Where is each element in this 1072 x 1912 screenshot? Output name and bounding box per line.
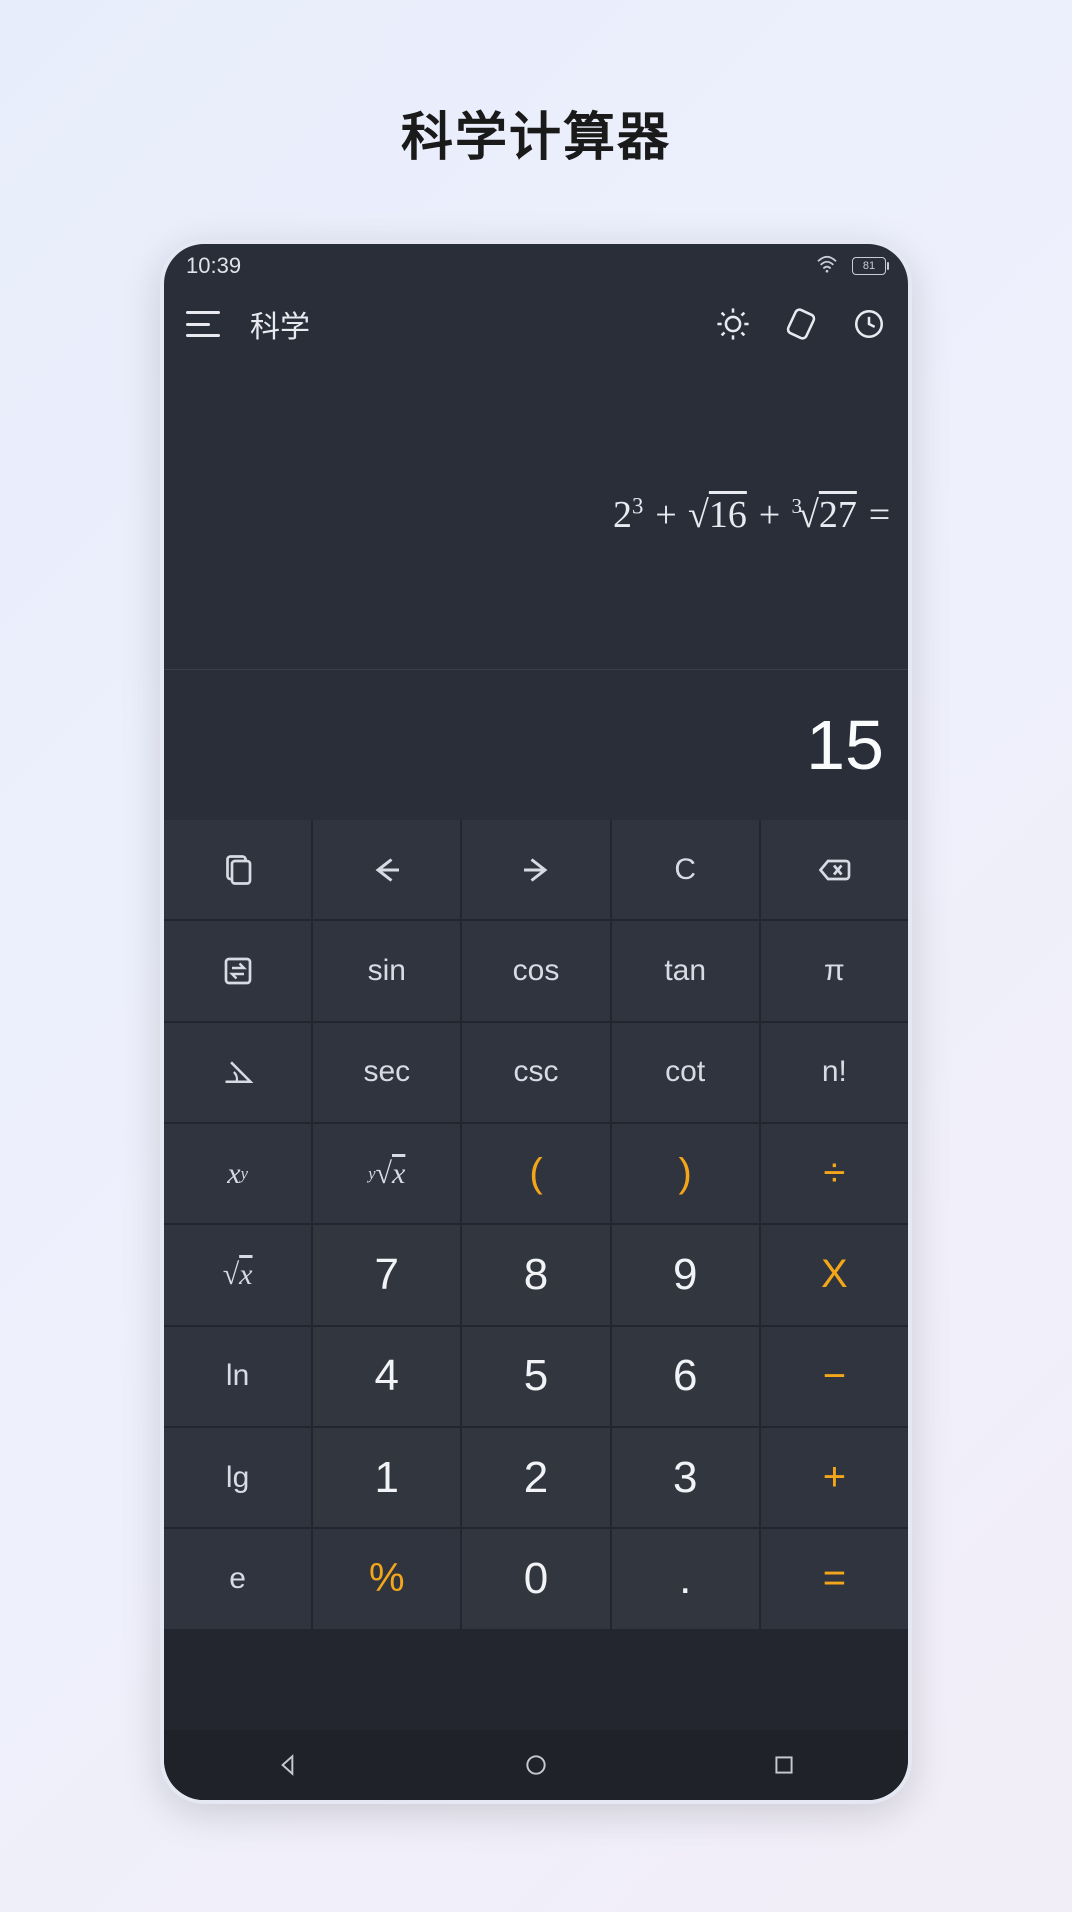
app-header: 科学 xyxy=(164,288,908,360)
digit-8-key[interactable]: 8 xyxy=(462,1225,609,1324)
ln-key[interactable]: ln xyxy=(164,1327,311,1426)
power-key[interactable]: xy xyxy=(164,1124,311,1223)
android-nav-bar xyxy=(164,1730,908,1800)
battery-icon: 81 xyxy=(852,257,886,275)
digit-0-key[interactable]: 0 xyxy=(462,1529,609,1628)
decimal-key[interactable]: . xyxy=(612,1529,759,1628)
phone-frame: 10:39 81 科学 23 + √16 + 3√27 = 15 xyxy=(160,240,912,1804)
digit-3-key[interactable]: 3 xyxy=(612,1428,759,1527)
digit-6-key[interactable]: 6 xyxy=(612,1327,759,1426)
digit-4-key[interactable]: 4 xyxy=(313,1327,460,1426)
swap-key[interactable] xyxy=(164,921,311,1020)
clear-key[interactable]: C xyxy=(612,820,759,919)
sin-key[interactable]: sin xyxy=(313,921,460,1020)
equals-key[interactable]: = xyxy=(761,1529,908,1628)
keypad: C sin cos tan π sec csc cot n! xy y√x ( … xyxy=(164,820,908,1730)
lg-key[interactable]: lg xyxy=(164,1428,311,1527)
plus-key[interactable]: + xyxy=(761,1428,908,1527)
yroot-key[interactable]: y√x xyxy=(313,1124,460,1223)
page-title: 科学计算器 xyxy=(401,95,671,170)
wifi-icon xyxy=(816,253,838,279)
minus-key[interactable]: − xyxy=(761,1327,908,1426)
csc-key[interactable]: csc xyxy=(462,1023,609,1122)
multiply-key[interactable]: X xyxy=(761,1225,908,1324)
divide-key[interactable]: ÷ xyxy=(761,1124,908,1223)
theme-icon[interactable] xyxy=(716,307,750,341)
factorial-key[interactable]: n! xyxy=(761,1023,908,1122)
history-icon[interactable] xyxy=(852,307,886,341)
status-bar: 10:39 81 xyxy=(164,244,908,288)
digit-9-key[interactable]: 9 xyxy=(612,1225,759,1324)
expression-text: 23 + √16 + 3√27 = xyxy=(613,493,892,537)
cursor-left-key[interactable] xyxy=(313,820,460,919)
rparen-key[interactable]: ) xyxy=(612,1124,759,1223)
tan-key[interactable]: tan xyxy=(612,921,759,1020)
cot-key[interactable]: cot xyxy=(612,1023,759,1122)
digit-5-key[interactable]: 5 xyxy=(462,1327,609,1426)
nav-home-icon[interactable] xyxy=(516,1745,556,1785)
e-key[interactable]: e xyxy=(164,1529,311,1628)
lparen-key[interactable]: ( xyxy=(462,1124,609,1223)
expression-area[interactable]: 23 + √16 + 3√27 = xyxy=(164,360,908,670)
percent-key[interactable]: % xyxy=(313,1529,460,1628)
menu-icon[interactable] xyxy=(186,311,220,337)
copy-key[interactable] xyxy=(164,820,311,919)
cos-key[interactable]: cos xyxy=(462,921,609,1020)
rotate-icon[interactable] xyxy=(784,307,818,341)
nav-recent-icon[interactable] xyxy=(764,1745,804,1785)
sqrt-key[interactable]: √x xyxy=(164,1225,311,1324)
cursor-right-key[interactable] xyxy=(462,820,609,919)
nav-back-icon[interactable] xyxy=(268,1745,308,1785)
sec-key[interactable]: sec xyxy=(313,1023,460,1122)
digit-7-key[interactable]: 7 xyxy=(313,1225,460,1324)
status-time: 10:39 xyxy=(186,253,241,279)
digit-1-key[interactable]: 1 xyxy=(313,1428,460,1527)
digit-2-key[interactable]: 2 xyxy=(462,1428,609,1527)
pi-key[interactable]: π xyxy=(761,921,908,1020)
app-mode-title: 科学 xyxy=(250,302,686,346)
result-value: 15 xyxy=(806,705,884,785)
result-area: 15 xyxy=(164,670,908,820)
backspace-key[interactable] xyxy=(761,820,908,919)
angle-key[interactable] xyxy=(164,1023,311,1122)
